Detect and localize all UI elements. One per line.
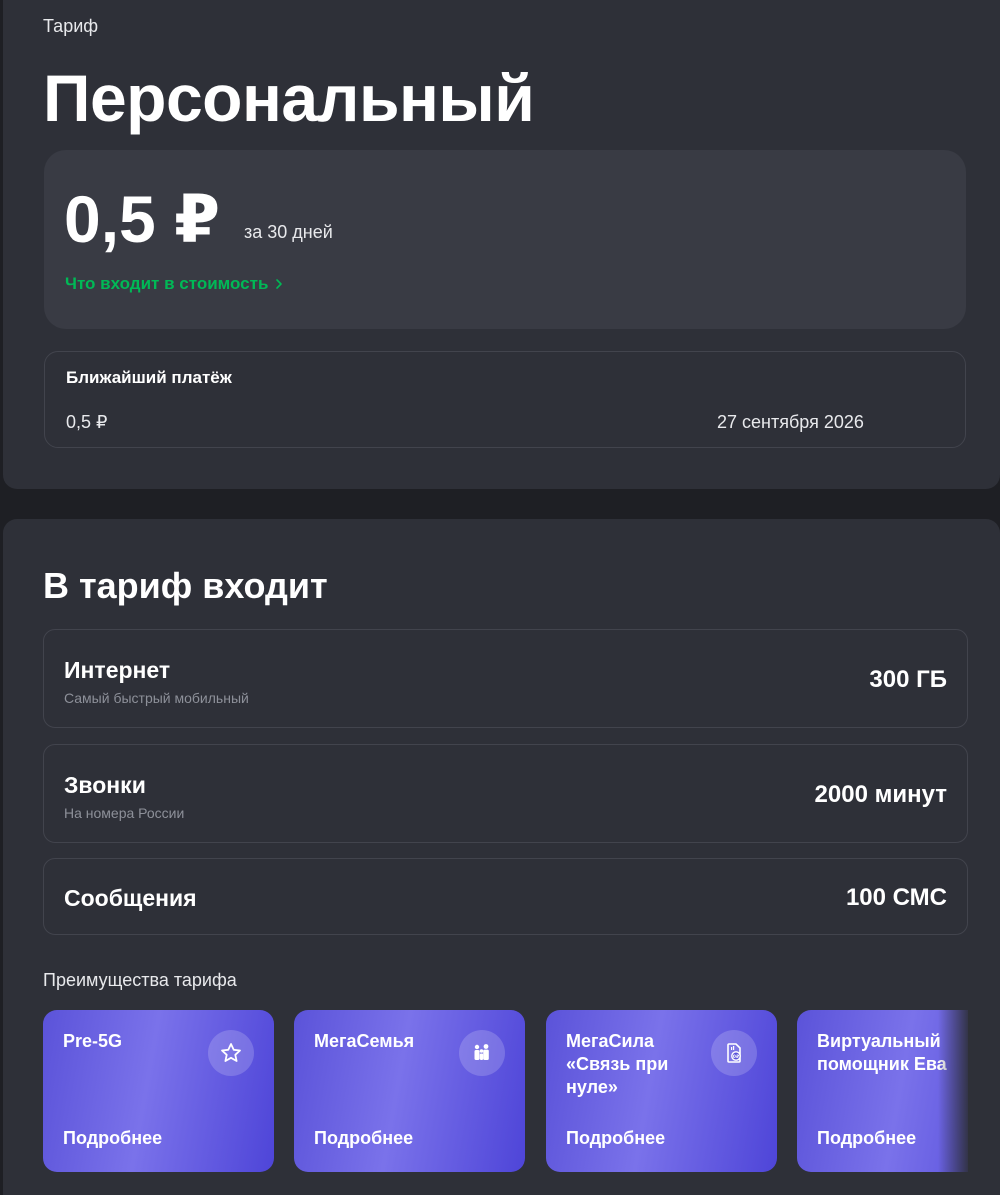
tariff-name: Персональный: [43, 61, 535, 135]
included-panel: В тариф входит Интернет Самый быстрый мо…: [3, 519, 1000, 1195]
chevron-right-icon: [276, 279, 283, 289]
feature-value: 300 ГБ: [869, 666, 947, 693]
benefit-more-link[interactable]: Подробнее: [314, 1128, 413, 1149]
benefit-card-pre5g[interactable]: Pre-5G Подробнее: [43, 1010, 274, 1172]
benefit-more-link[interactable]: Подробнее: [63, 1128, 162, 1149]
sim-zero-icon: 0₽: [711, 1030, 757, 1076]
benefits-label: Преимущества тарифа: [43, 970, 237, 990]
benefits-carousel[interactable]: Pre-5G Подробнее МегаСемья Подробнее Мег…: [43, 1010, 968, 1172]
benefit-name: Pre-5G: [63, 1031, 123, 1051]
price-details-label: Что входит в стоимость: [65, 274, 269, 293]
benefit-name: МегаСила «Связь при нуле»: [566, 1031, 669, 1097]
benefit-card-megafamily[interactable]: МегаСемья Подробнее: [294, 1010, 525, 1172]
price-card: 0,5 ₽ за 30 дней Что входит в стоимость: [44, 150, 966, 329]
feature-value: 100 СМС: [845, 884, 947, 911]
feature-name: Интернет: [64, 657, 171, 683]
svg-text:0₽: 0₽: [733, 1054, 740, 1060]
feature-value: 2000 минут: [814, 781, 947, 808]
next-payment-title: Ближайший платёж: [66, 368, 232, 387]
tariff-eyebrow: Тариф: [43, 16, 99, 36]
feature-name: Сообщения: [64, 885, 197, 911]
feature-internet: Интернет Самый быстрый мобильный 300 ГБ: [43, 629, 968, 728]
benefit-name: МегаСемья: [314, 1031, 415, 1051]
benefit-card-megasila[interactable]: МегаСила «Связь при нуле» 0₽ Подробнее: [546, 1010, 777, 1172]
family-icon: [459, 1030, 505, 1076]
benefit-more-link[interactable]: Подробнее: [566, 1128, 665, 1149]
feature-calls: Звонки На номера России 2000 минут: [43, 744, 968, 843]
price-amount: 0,5 ₽: [64, 182, 221, 256]
next-payment-amount: 0,5 ₽: [66, 412, 108, 432]
star-icon: [208, 1030, 254, 1076]
feature-subtitle: На номера России: [64, 805, 185, 821]
price-period: за 30 дней: [244, 222, 333, 242]
next-payment-card: Ближайший платёж 0,5 ₽ 27 сентября 2026: [44, 351, 966, 448]
benefit-name: Виртуальный помощник Ева: [817, 1031, 947, 1074]
tariff-panel: Тариф Персональный 0,5 ₽ за 30 дней Что …: [3, 0, 1000, 489]
next-payment-date: 27 сентября 2026: [717, 412, 864, 432]
included-title: В тариф входит: [43, 565, 328, 606]
feature-sms: Сообщения 100 СМС: [43, 858, 968, 935]
feature-subtitle: Самый быстрый мобильный: [64, 690, 249, 706]
price-details-link[interactable]: Что входит в стоимость: [65, 274, 284, 294]
benefit-more-link[interactable]: Подробнее: [817, 1128, 916, 1149]
benefit-card-eva[interactable]: Виртуальный помощник Ева Подробнее: [797, 1010, 968, 1172]
feature-name: Звонки: [64, 772, 146, 798]
